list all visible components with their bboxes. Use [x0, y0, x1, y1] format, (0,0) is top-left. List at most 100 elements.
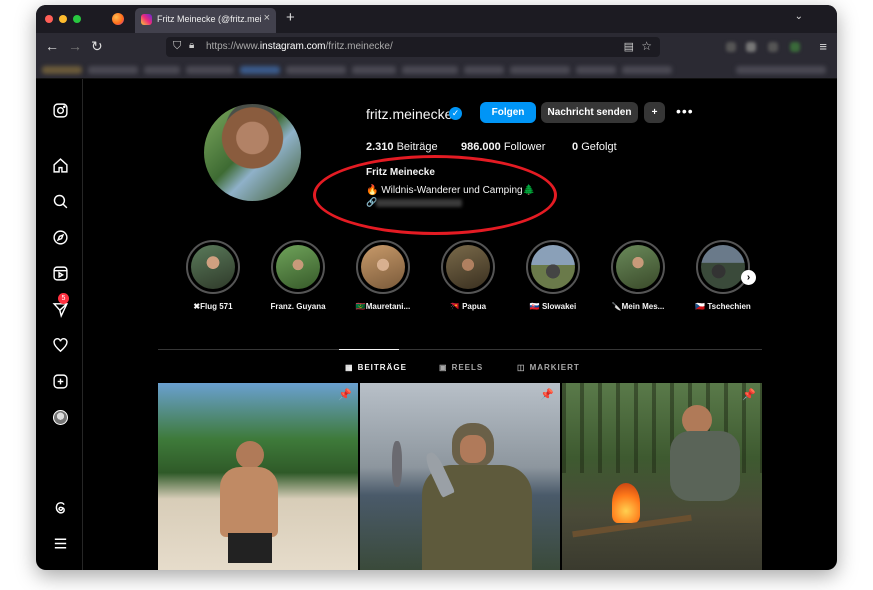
tab-title: Fritz Meinecke (@fritz.meinecke) — [157, 14, 261, 24]
forward-icon[interactable]: → — [68, 38, 82, 54]
minimize-window-button[interactable] — [59, 15, 67, 23]
browser-window: Fritz Meinecke (@fritz.meinecke) × + ⌄ ←… — [36, 5, 837, 570]
highlight-image — [616, 245, 660, 289]
highlight-label: Franz. Guyana — [270, 302, 326, 311]
bookmarks-bar — [36, 61, 837, 79]
highlight-label: 🔪Mein Mes... — [611, 302, 665, 311]
bookmark-item[interactable] — [42, 66, 82, 74]
story-highlight[interactable]: Franz. Guyana — [268, 240, 328, 311]
following-stat[interactable]: 0 Gefolgt — [572, 141, 617, 153]
pinned-icon: 📌 — [742, 389, 756, 401]
tab-reels[interactable]: ▣ REELS — [439, 363, 483, 372]
story-highlight[interactable]: 🔪Mein Mes... — [608, 240, 668, 311]
profile-divider — [158, 349, 762, 350]
grid-icon: ▦ — [345, 363, 354, 372]
story-highlight[interactable]: 🇸🇰 Slowakei — [523, 240, 583, 311]
follow-button[interactable]: Folgen — [480, 102, 536, 123]
highlight-image — [276, 245, 320, 289]
reels-icon[interactable] — [50, 263, 70, 283]
menu-icon[interactable]: ≡ — [819, 39, 827, 54]
tab-list-button[interactable]: ⌄ — [795, 11, 803, 22]
create-post-icon[interactable] — [50, 371, 70, 391]
story-highlight[interactable]: ✖Flug 571 — [183, 240, 243, 311]
active-tab-indicator — [339, 349, 399, 350]
tab-instagram[interactable]: Fritz Meinecke (@fritz.meinecke) × — [135, 8, 276, 33]
maximize-window-button[interactable] — [73, 15, 81, 23]
highlight-label: 🇲🇷Mauretani... — [355, 302, 411, 311]
url-bar[interactable]: ⛉ 🔒︎ https://www.instagram.com/fritz.mei… — [166, 37, 660, 57]
bookmark-item[interactable] — [622, 66, 672, 74]
heart-notifications-icon[interactable] — [50, 335, 70, 355]
annotation-red-ellipse — [313, 155, 557, 235]
extension-icon[interactable] — [726, 42, 736, 52]
highlight-label: 🇸🇰 Slowakei — [529, 302, 577, 311]
tab-tagged[interactable]: ◫ MARKIERT — [517, 363, 580, 372]
highlight-image — [701, 245, 745, 289]
profile-avatar[interactable] — [204, 104, 301, 201]
pinned-icon: 📌 — [540, 389, 554, 401]
extension-icon[interactable] — [746, 42, 756, 52]
bookmark-item[interactable] — [464, 66, 504, 74]
bookmark-item[interactable] — [286, 66, 346, 74]
tab-posts[interactable]: ▦ BEITRÄGE — [345, 363, 407, 372]
post-thumbnail[interactable]: 📌 — [360, 383, 560, 570]
close-window-button[interactable] — [45, 15, 53, 23]
profile-username: fritz.meinecke — [366, 106, 453, 122]
threads-icon[interactable] — [50, 497, 70, 517]
url-text[interactable]: https://www.instagram.com/fritz.meinecke… — [206, 41, 393, 52]
reload-icon[interactable]: ↻ — [91, 38, 103, 55]
send-message-button[interactable]: Nachricht senden — [541, 102, 638, 123]
tab-bar: Fritz Meinecke (@fritz.meinecke) × + ⌄ — [36, 5, 837, 33]
post-thumbnail[interactable]: 📌 — [562, 383, 762, 570]
bookmark-item[interactable] — [88, 66, 138, 74]
firefox-tab-icon[interactable] — [112, 13, 124, 25]
instagram-favicon-icon — [141, 14, 152, 25]
back-icon[interactable]: ← — [45, 38, 59, 54]
more-options-button[interactable]: ••• — [676, 103, 694, 119]
reader-view-icon[interactable]: ▤ — [624, 40, 634, 53]
bookmark-item[interactable] — [736, 66, 826, 74]
highlight-image — [361, 245, 405, 289]
tab-close-icon[interactable]: × — [264, 12, 270, 24]
posts-count-stat: 2.310 Beiträge — [366, 141, 438, 153]
direct-messages-icon[interactable]: 5 — [50, 293, 70, 319]
bookmark-item[interactable] — [144, 66, 180, 74]
pinned-icon: 📌 — [338, 389, 352, 401]
explore-compass-icon[interactable] — [50, 227, 70, 247]
shield-icon[interactable]: ⛉ — [173, 40, 181, 53]
instagram-logo-icon[interactable] — [50, 100, 70, 120]
instagram-sidebar: 5 — [36, 79, 83, 570]
story-highlight[interactable]: 🇵🇬 Papua — [438, 240, 498, 311]
home-icon[interactable] — [50, 155, 70, 175]
highlight-image — [446, 245, 490, 289]
highlight-image — [191, 245, 235, 289]
post-thumbnail[interactable]: 📌 — [158, 383, 358, 570]
lock-icon[interactable]: 🔒︎ — [189, 40, 194, 51]
suggest-user-button[interactable]: + — [644, 102, 665, 123]
highlight-label: 🇨🇿 Tschechien — [695, 302, 751, 311]
bookmark-item[interactable] — [402, 66, 458, 74]
bookmark-item[interactable] — [510, 66, 570, 74]
more-menu-icon[interactable] — [50, 533, 70, 553]
extension-icon[interactable] — [790, 42, 800, 52]
message-count-badge: 5 — [58, 293, 69, 304]
reels-tab-icon: ▣ — [439, 363, 448, 372]
new-tab-button[interactable]: + — [286, 9, 295, 26]
story-highlight[interactable]: 🇲🇷Mauretani... — [353, 240, 413, 311]
profile-avatar-icon[interactable] — [50, 407, 70, 427]
highlight-label: 🇵🇬 Papua — [449, 302, 487, 311]
search-icon[interactable] — [50, 191, 70, 211]
bookmark-item[interactable] — [240, 66, 280, 74]
tagged-icon: ◫ — [517, 363, 526, 372]
bookmark-item[interactable] — [352, 66, 396, 74]
highlight-image — [531, 245, 575, 289]
highlight-label: ✖Flug 571 — [193, 302, 233, 311]
highlights-next-icon[interactable]: › — [741, 270, 756, 285]
bookmark-item[interactable] — [186, 66, 234, 74]
navigation-bar: ← → ↻ ⛉ 🔒︎ https://www.instagram.com/fri… — [36, 33, 837, 61]
followers-stat[interactable]: 986.000 Follower — [461, 141, 545, 153]
bookmark-item[interactable] — [576, 66, 616, 74]
verified-badge-icon: ✓ — [449, 107, 462, 120]
bookmark-star-icon[interactable]: ☆ — [641, 39, 652, 53]
extension-icon[interactable] — [768, 42, 778, 52]
